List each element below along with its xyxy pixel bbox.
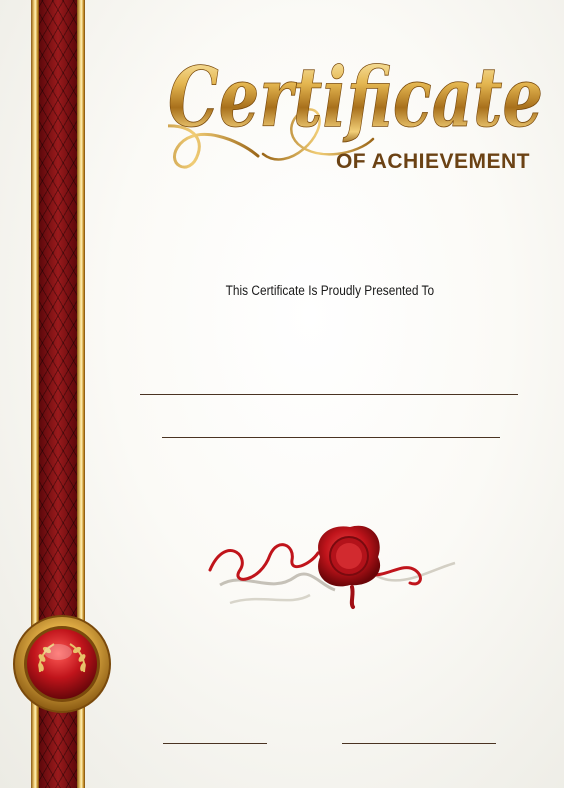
signature-line-right [342,743,496,744]
signature-line-left [163,743,267,744]
presented-to-text: This Certificate Is Proudly Presented To [225,283,435,298]
medal-emblem-icon [13,615,111,713]
certificate-subtitle: OF ACHIEVEMENT [335,150,530,173]
certificate-page: Certificate OF ACHIEVEMENT This Certific… [0,0,564,788]
name-line-2 [162,437,500,438]
certificate-title-text: Certificate [168,50,543,146]
wax-seal-icon [208,525,456,609]
name-line-1 [140,394,518,395]
